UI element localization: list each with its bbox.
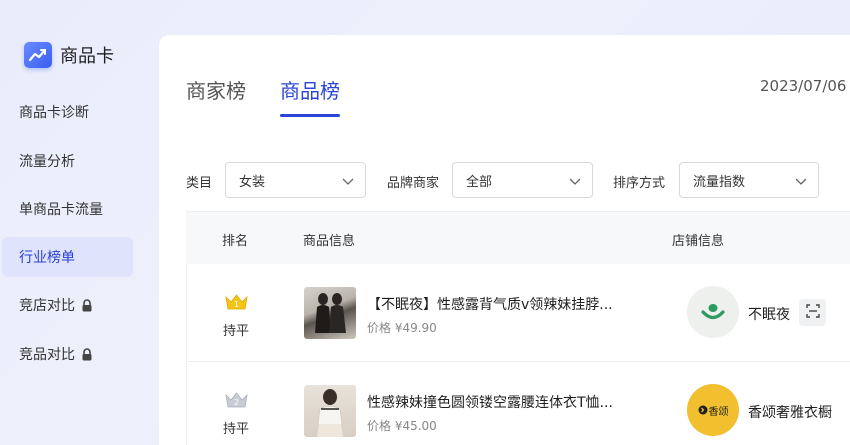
category-filter-label: 类目	[186, 176, 213, 191]
shop-name[interactable]: 不眠夜	[748, 304, 790, 324]
sidebar-item-traffic-analysis[interactable]: 流量分析	[2, 141, 133, 181]
main-panel: 商家榜 商品榜 2023/07/06 类目 女装 品牌商家 全部 排序方式 流量…	[159, 35, 850, 445]
lock-icon	[81, 298, 93, 312]
product-thumbnail[interactable]	[304, 385, 356, 437]
rank-change-label: 持平	[223, 422, 250, 437]
product-thumbnail[interactable]	[304, 287, 356, 339]
brand-filter-label: 品牌商家	[387, 176, 440, 191]
sidebar: 商品卡 商品卡诊断 流量分析 单商品卡流量 行业榜单 竞店对比 竞品对比	[0, 0, 158, 445]
sidebar-item-label: 竞品对比	[19, 347, 75, 363]
column-header-shop: 店铺信息	[672, 234, 725, 249]
sidebar-item-single-card-traffic[interactable]: 单商品卡流量	[2, 189, 133, 229]
date-label: 2023/07/06	[760, 77, 847, 95]
sort-select[interactable]: 流量指数	[679, 162, 819, 198]
table-row[interactable]: 2 持平 性感辣妹撞色圆领镂空露腰连体衣T恤... 价格 ¥45.00 香颂 香…	[186, 362, 850, 445]
sidebar-item-label: 流量分析	[19, 154, 75, 170]
trend-chart-icon	[24, 42, 52, 68]
sidebar-item-shop-compare[interactable]: 竞店对比	[2, 285, 133, 325]
sidebar-item-label: 竞店对比	[19, 298, 75, 314]
active-tab-indicator	[280, 114, 340, 117]
product-title[interactable]: 【不眠夜】性感露背气质v领辣妹挂脖...	[367, 294, 613, 314]
shop-name[interactable]: 香颂奢雅衣橱	[748, 402, 832, 422]
category-select[interactable]: 女装	[225, 162, 366, 198]
sort-select-value: 流量指数	[693, 174, 746, 190]
silver-crown-icon: 2	[224, 391, 249, 413]
chevron-down-icon	[342, 175, 354, 190]
product-price: 价格 ¥45.00	[367, 419, 437, 433]
sidebar-item-label: 单商品卡流量	[19, 202, 103, 218]
shop-logo-icon	[701, 304, 725, 320]
sort-filter-label: 排序方式	[613, 176, 666, 191]
brand-select-value: 全部	[466, 174, 493, 190]
column-header-product: 商品信息	[303, 234, 356, 249]
sidebar-item-product-compare[interactable]: 竞品对比	[2, 334, 133, 374]
column-header-rank: 排名	[222, 234, 249, 249]
chevron-down-icon	[795, 175, 807, 190]
rank-change-label: 持平	[223, 324, 250, 339]
brand: 商品卡	[24, 42, 114, 68]
brand-select[interactable]: 全部	[452, 162, 593, 198]
product-price: 价格 ¥49.90	[367, 321, 437, 335]
tab-product-ranking[interactable]: 商品榜	[280, 75, 340, 104]
sidebar-item-diagnosis[interactable]: 商品卡诊断	[2, 92, 133, 132]
sidebar-item-label: 行业榜单	[19, 250, 75, 266]
gold-crown-icon: 1	[224, 293, 249, 315]
chevron-down-icon	[569, 175, 581, 190]
category-select-value: 女装	[239, 174, 266, 190]
shop-logo-icon: 香颂	[698, 403, 729, 418]
shop-avatar[interactable]: 香颂	[687, 384, 739, 436]
scan-button[interactable]	[799, 299, 826, 326]
tab-merchant-ranking[interactable]: 商家榜	[186, 75, 246, 104]
svg-text:1: 1	[234, 300, 239, 309]
sidebar-item-industry-ranking[interactable]: 行业榜单	[2, 237, 133, 277]
lock-icon	[81, 347, 93, 361]
scan-icon	[805, 303, 820, 322]
product-title[interactable]: 性感辣妹撞色圆领镂空露腰连体衣T恤...	[367, 392, 613, 412]
table-header: 排名 商品信息 店铺信息	[186, 211, 850, 264]
shop-avatar[interactable]	[687, 286, 739, 338]
sidebar-item-label: 商品卡诊断	[19, 105, 89, 121]
table-row[interactable]: 1 持平 【不眠夜】性感露背气质v领辣妹挂脖... 价格 ¥49.90 不眠夜	[186, 264, 850, 362]
svg-text:2: 2	[234, 398, 239, 407]
brand-label: 商品卡	[60, 46, 114, 67]
